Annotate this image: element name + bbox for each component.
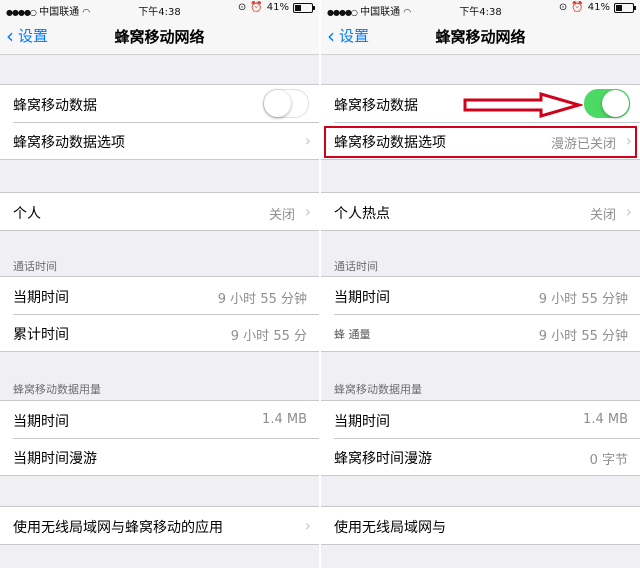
usage-roaming-label: 当期时间漫游 <box>13 451 97 467</box>
cellular-options-row[interactable]: 蜂窝移动数据选项 › <box>0 122 319 159</box>
rotation-lock-icon: ⊙ <box>237 2 247 13</box>
nav-bar: ‹ 设置 蜂窝移动网络 <box>0 18 319 55</box>
wlan-assist-row[interactable]: 使用无线局域网与蜂窝移动的应用 › <box>0 507 319 544</box>
wlan-assist-row[interactable]: 使用无线局域网与 <box>321 507 640 544</box>
alarm-icon: ⏰ <box>250 2 263 13</box>
alarm-icon: ⏰ <box>571 2 584 13</box>
battery-percent: 41% <box>266 2 289 13</box>
hotspot-row[interactable]: 个人 关闭 › <box>0 193 319 230</box>
hotspot-label: 个人热点 <box>334 206 390 222</box>
usage-current-label: 当期时间 <box>334 414 390 430</box>
battery-icon <box>614 2 636 13</box>
battery-icon <box>293 2 315 13</box>
usage-current-label: 当期时间 <box>13 414 69 430</box>
usage-group: 当期时间 1.4 MB 蜂窝移时间漫游 0 字节 <box>321 400 640 476</box>
lifetime-overlay-label: 蜂 通量 <box>334 328 371 341</box>
usage-header: 蜂窝移动数据用量 <box>334 383 422 396</box>
right-screen: ●●●●○ 中国联通 ◠ 下午4:38 ⊙ ⏰ 41% ‹ 设置 蜂窝移动网络 … <box>321 0 640 568</box>
usage-group: 当期时间 1.4 MB 当期时间漫游 <box>0 400 319 476</box>
usage-header: 蜂窝移动数据用量 <box>13 383 101 396</box>
cellular-options-label: 蜂窝移动数据选项 <box>13 135 125 151</box>
lifetime-value: 9 小时 55 分 <box>230 329 307 344</box>
current-period-value: 9 小时 55 分钟 <box>538 292 628 307</box>
wlan-assist-group: 使用无线局域网与蜂窝移动的应用 › <box>0 506 319 545</box>
annotation-arrow-icon <box>463 92 583 118</box>
usage-roaming-label: 蜂窝移时间漫游 <box>334 451 432 467</box>
lifetime-row: 蜂 通量 9 小时 55 分钟 <box>321 314 640 351</box>
nav-bar: ‹ 设置 蜂窝移动网络 <box>321 18 640 55</box>
lifetime-label: 累计时间 <box>13 327 69 343</box>
lifetime-value: 9 小时 55 分钟 <box>538 329 628 344</box>
usage-current-row: 当期时间 1.4 MB <box>321 401 640 438</box>
current-period-row: 当期时间 9 小时 55 分钟 <box>321 277 640 314</box>
page-title: 蜂窝移动网络 <box>435 28 526 46</box>
battery-percent: 41% <box>587 2 610 13</box>
hotspot-value: 关闭 <box>589 208 616 223</box>
chevron-right-icon: › <box>304 131 311 150</box>
wlan-assist-label: 使用无线局域网与蜂窝移动的应用 <box>13 520 223 536</box>
call-time-header: 通话时间 <box>334 260 378 273</box>
left-screen: ●●●●○ 中国联通 ◠ 下午4:38 ⊙ ⏰ 41% ‹ 设置 蜂窝移动网络 … <box>0 0 319 568</box>
cellular-data-label: 蜂窝移动数据 <box>13 98 97 114</box>
cellular-data-label: 蜂窝移动数据 <box>334 98 418 114</box>
rotation-lock-icon: ⊙ <box>558 2 568 13</box>
current-period-row: 当期时间 9 小时 55 分钟 <box>0 277 319 314</box>
current-period-label: 当期时间 <box>334 290 390 306</box>
hotspot-group: 个人 关闭 › <box>0 192 319 231</box>
cellular-group: 蜂窝移动数据 蜂窝移动数据选项 › <box>0 84 319 160</box>
status-bar: ●●●●○ 中国联通 ◠ 下午4:38 ⊙ ⏰ 41% <box>0 0 319 18</box>
cellular-data-toggle[interactable] <box>263 89 309 118</box>
page-title: 蜂窝移动网络 <box>114 28 205 46</box>
current-period-label: 当期时间 <box>13 290 69 306</box>
wlan-assist-label: 使用无线局域网与 <box>334 520 446 536</box>
usage-roaming-row: 当期时间漫游 <box>0 438 319 475</box>
annotation-highlight-box <box>324 126 637 158</box>
usage-current-value: 1.4 MB <box>583 412 628 427</box>
wlan-assist-group: 使用无线局域网与 <box>321 506 640 545</box>
chevron-right-icon: › <box>625 202 632 221</box>
call-time-group: 当期时间 9 小时 55 分钟 累计时间 9 小时 55 分 <box>0 276 319 352</box>
cellular-data-row: 蜂窝移动数据 <box>0 85 319 122</box>
usage-roaming-row: 蜂窝移时间漫游 0 字节 <box>321 438 640 475</box>
status-bar: ●●●●○ 中国联通 ◠ 下午4:38 ⊙ ⏰ 41% <box>321 0 640 18</box>
chevron-right-icon: › <box>304 516 311 535</box>
lifetime-row: 累计时间 9 小时 55 分 <box>0 314 319 351</box>
usage-roaming-value: 0 字节 <box>589 453 628 468</box>
usage-current-row: 当期时间 1.4 MB <box>0 401 319 438</box>
cellular-data-toggle[interactable] <box>584 89 630 118</box>
hotspot-row[interactable]: 个人热点 关闭 › <box>321 193 640 230</box>
hotspot-label: 个人 <box>13 206 41 222</box>
call-time-header: 通话时间 <box>13 260 57 273</box>
call-time-group: 当期时间 9 小时 55 分钟 蜂 通量 9 小时 55 分钟 <box>321 276 640 352</box>
chevron-right-icon: › <box>304 202 311 221</box>
usage-current-value: 1.4 MB <box>262 412 307 427</box>
hotspot-value: 关闭 <box>268 208 295 223</box>
current-period-value: 9 小时 55 分钟 <box>217 292 307 307</box>
hotspot-group: 个人热点 关闭 › <box>321 192 640 231</box>
